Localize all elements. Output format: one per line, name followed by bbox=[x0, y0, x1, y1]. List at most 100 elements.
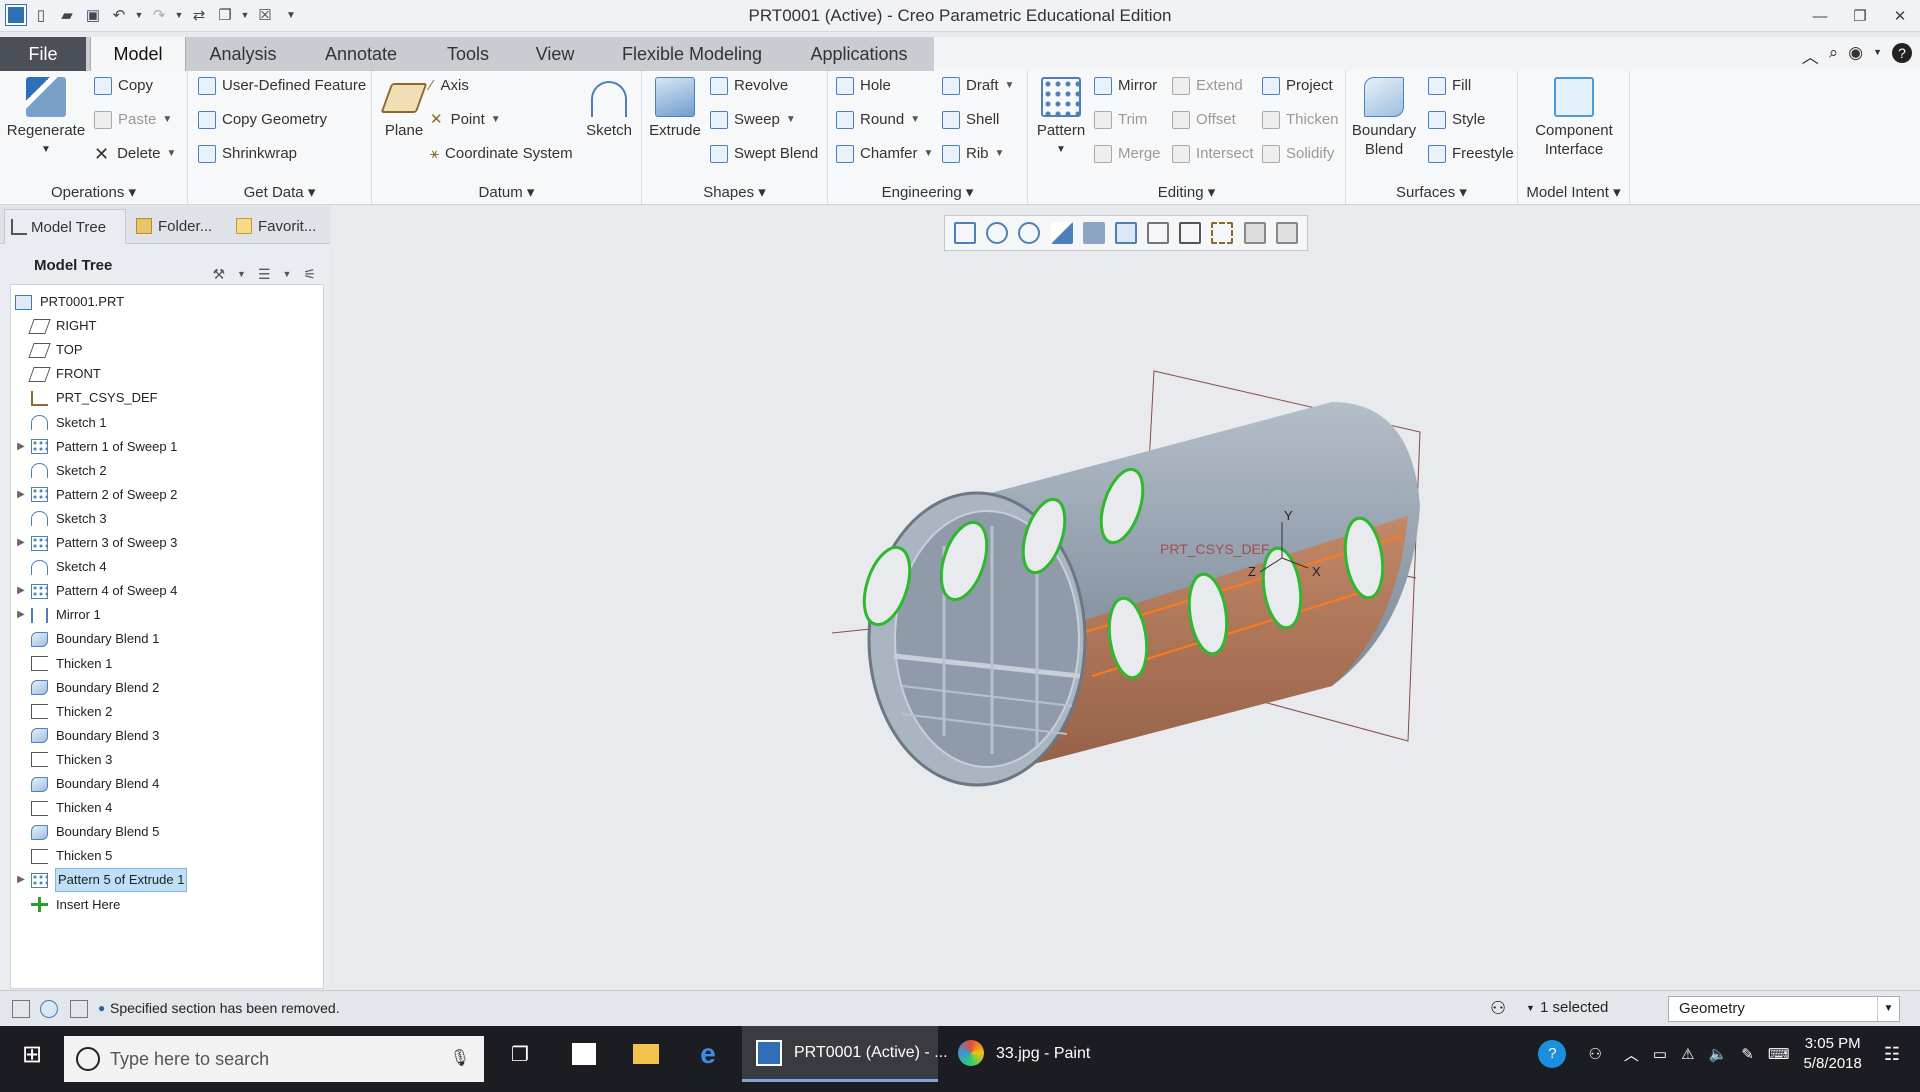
close-icon[interactable]: ✕ bbox=[1880, 0, 1920, 32]
restore-icon[interactable]: ❐ bbox=[1840, 0, 1880, 32]
revolve-button[interactable]: Revolve bbox=[710, 75, 788, 97]
tab-folder-browser[interactable]: Folder... bbox=[128, 209, 226, 244]
sweep-button[interactable]: Sweep ▼ bbox=[710, 109, 796, 131]
style-button[interactable]: Style bbox=[1428, 109, 1485, 131]
shrinkwrap-button[interactable]: Shrinkwrap bbox=[198, 143, 297, 165]
collapse-ribbon-icon[interactable]: ︿ bbox=[1802, 43, 1819, 68]
zoom-out-icon[interactable] bbox=[1018, 222, 1041, 244]
group-label-shapes[interactable]: Shapes ▾ bbox=[642, 183, 827, 201]
help-tray-icon[interactable]: ? bbox=[1538, 1040, 1567, 1068]
tab-flexible-modeling[interactable]: Flexible Modeling bbox=[600, 37, 784, 71]
browser-toggle-icon[interactable] bbox=[40, 1000, 58, 1018]
group-label-datum[interactable]: Datum ▾ bbox=[372, 183, 641, 201]
tree-item[interactable]: Boundary Blend 2 bbox=[11, 677, 159, 699]
volume-icon[interactable]: 🔈 bbox=[1709, 1045, 1728, 1063]
tree-item[interactable]: Sketch 1 bbox=[11, 412, 107, 434]
draft-dropdown-icon[interactable]: ▼ bbox=[1005, 75, 1015, 97]
tree-item[interactable]: FRONT bbox=[11, 363, 101, 385]
tree-item[interactable]: Insert Here bbox=[11, 894, 120, 916]
search-icon[interactable]: ⌕ bbox=[1829, 43, 1839, 68]
tree-item[interactable]: Boundary Blend 4 bbox=[11, 773, 159, 795]
extend-button[interactable]: Extend bbox=[1172, 75, 1243, 97]
tree-item[interactable]: ▶ Pattern 3 of Sweep 3 bbox=[11, 532, 177, 554]
keyboard-icon[interactable]: ⌨ bbox=[1768, 1045, 1790, 1063]
intersect-button[interactable]: Intersect bbox=[1172, 143, 1254, 165]
tab-applications[interactable]: Applications bbox=[788, 37, 930, 71]
tree-item[interactable]: Sketch 4 bbox=[11, 556, 107, 578]
round-button[interactable]: Round ▼ bbox=[836, 109, 920, 131]
regenerate-button[interactable]: Regenerate ▼ bbox=[4, 77, 88, 159]
display-style-icon[interactable] bbox=[1082, 222, 1105, 244]
group-label-editing[interactable]: Editing ▾ bbox=[1028, 183, 1345, 201]
tree-item[interactable]: TOP bbox=[11, 339, 83, 361]
tab-model-tree[interactable]: Model Tree bbox=[4, 209, 126, 244]
selection-filter-select[interactable]: Geometry ▼ bbox=[1668, 996, 1900, 1022]
offset-button[interactable]: Offset bbox=[1172, 109, 1236, 131]
chamfer-dropdown-icon[interactable]: ▼ bbox=[924, 143, 934, 165]
copy-button[interactable]: Copy bbox=[94, 75, 153, 97]
sketch-button[interactable]: Sketch bbox=[580, 77, 638, 140]
find-icon[interactable]: ⚇ bbox=[1490, 998, 1506, 1019]
tab-analysis[interactable]: Analysis bbox=[190, 37, 296, 71]
tree-item[interactable]: ▶ Pattern 1 of Sweep 1 bbox=[11, 436, 177, 458]
tree-item[interactable]: Thicken 4 bbox=[11, 797, 112, 819]
tree-item[interactable]: PRT_CSYS_DEF bbox=[11, 387, 158, 409]
group-label-operations[interactable]: Operations ▾ bbox=[0, 183, 187, 201]
tree-item[interactable]: Boundary Blend 1 bbox=[11, 628, 159, 650]
help-icon[interactable]: ? bbox=[1892, 43, 1912, 63]
tree-item[interactable]: Boundary Blend 5 bbox=[11, 821, 159, 843]
extrude-button[interactable]: Extrude bbox=[644, 77, 706, 140]
merge-button[interactable]: Merge bbox=[1094, 143, 1161, 165]
minimize-icon[interactable]: — bbox=[1800, 0, 1840, 32]
csys-button[interactable]: ⚹ Coordinate System bbox=[430, 143, 573, 165]
model-canvas[interactable]: PRT_CSYS_DEF Y X Z bbox=[332, 206, 1920, 990]
refit-icon[interactable] bbox=[954, 222, 977, 244]
taskbar-app-creo[interactable]: PRT0001 (Active) - ... bbox=[742, 1026, 948, 1082]
repaint-icon[interactable] bbox=[1050, 222, 1073, 244]
rib-button[interactable]: Rib ▼ bbox=[942, 143, 1004, 165]
tree-item[interactable]: Boundary Blend 3 bbox=[11, 725, 159, 747]
group-label-model-intent[interactable]: Model Intent ▾ bbox=[1518, 183, 1629, 201]
tree-item[interactable]: Thicken 1 bbox=[11, 653, 112, 675]
zoom-in-icon[interactable] bbox=[986, 222, 1009, 244]
view-manager-icon[interactable] bbox=[1147, 222, 1170, 244]
start-button[interactable]: ⊞ bbox=[14, 1026, 50, 1082]
expand-arrow-icon[interactable]: ▶ bbox=[11, 532, 31, 554]
point-button[interactable]: ✕ Point ▼ bbox=[430, 109, 501, 131]
round-dropdown-icon[interactable]: ▼ bbox=[910, 109, 920, 131]
tree-item[interactable]: Thicken 2 bbox=[11, 701, 112, 723]
tree-item[interactable]: PRT0001.PRT bbox=[11, 291, 124, 313]
expand-arrow-icon[interactable]: ▶ bbox=[11, 869, 31, 891]
clock[interactable]: 3:05 PM 5/8/2018 bbox=[1803, 1034, 1861, 1074]
paste-dropdown-icon[interactable]: ▼ bbox=[162, 109, 172, 131]
tree-item[interactable]: ▶ Mirror 1 bbox=[11, 604, 101, 626]
sweep-dropdown-icon[interactable]: ▼ bbox=[786, 109, 796, 131]
edge-button[interactable]: e bbox=[688, 1026, 728, 1082]
navigator-toggle-icon[interactable] bbox=[12, 1000, 30, 1018]
freestyle-button[interactable]: Freestyle bbox=[1428, 143, 1514, 165]
plane-button[interactable]: Plane bbox=[376, 77, 432, 140]
taskbar-search[interactable]: Type here to search 🎙 bbox=[64, 1036, 484, 1082]
action-center-icon[interactable]: ☷ bbox=[1884, 1044, 1900, 1065]
network-icon[interactable]: ⚠ bbox=[1681, 1045, 1694, 1063]
saved-orientations-icon[interactable] bbox=[1114, 222, 1137, 244]
solidify-button[interactable]: Solidify bbox=[1262, 143, 1334, 165]
tree-item[interactable]: RIGHT bbox=[11, 315, 96, 337]
tree-item[interactable]: ▶ Pattern 5 of Extrude 1 bbox=[11, 868, 188, 893]
fullscreen-icon[interactable] bbox=[70, 1000, 88, 1018]
chamfer-button[interactable]: Chamfer ▼ bbox=[836, 143, 933, 165]
thicken-button[interactable]: Thicken bbox=[1262, 109, 1339, 131]
task-view-button[interactable]: ❐ bbox=[502, 1026, 538, 1082]
taskbar-app-paint[interactable]: 33.jpg - Paint bbox=[944, 1026, 1100, 1082]
spin-center-icon[interactable] bbox=[1275, 222, 1298, 244]
delete-dropdown-icon[interactable]: ▼ bbox=[166, 143, 176, 165]
tree-item[interactable]: Sketch 3 bbox=[11, 508, 107, 530]
battery-icon[interactable]: ▭ bbox=[1653, 1045, 1667, 1063]
shell-button[interactable]: Shell bbox=[942, 109, 999, 131]
microphone-icon[interactable]: 🎙 bbox=[450, 1048, 470, 1068]
store-button[interactable] bbox=[564, 1026, 604, 1082]
annotation-display-icon[interactable] bbox=[1243, 222, 1266, 244]
datum-display-filters-icon[interactable] bbox=[1211, 222, 1234, 244]
chevron-down-icon[interactable]: ▼ bbox=[1877, 997, 1899, 1021]
pattern-dropdown-icon[interactable]: ▼ bbox=[1032, 140, 1090, 159]
